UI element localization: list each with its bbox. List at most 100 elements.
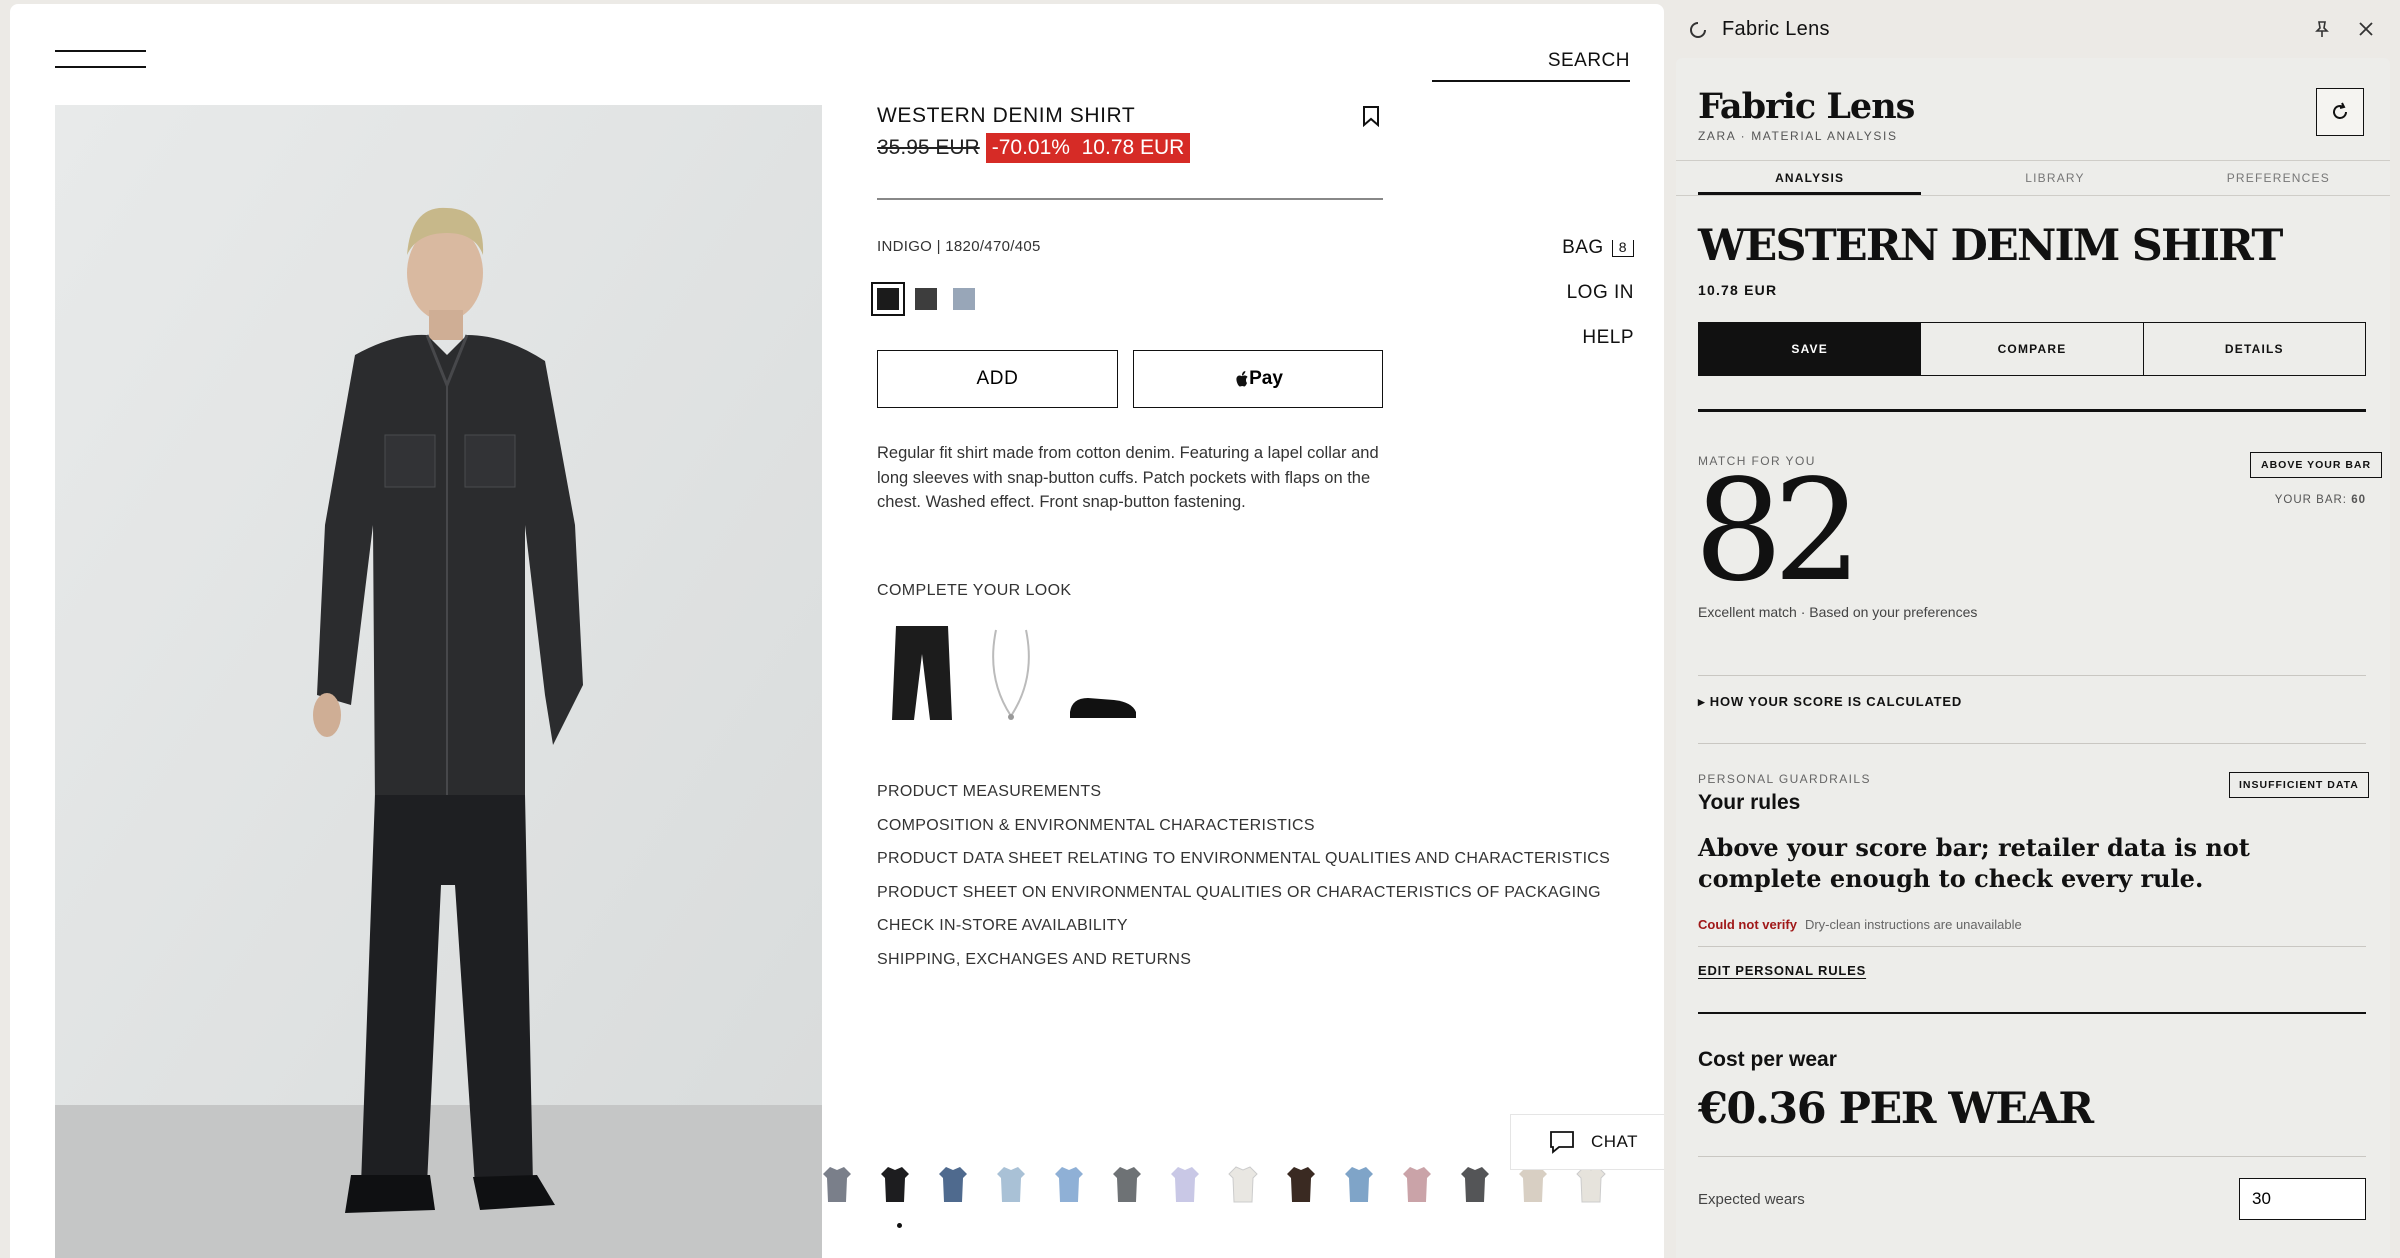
compare-button[interactable]: COMPARE (1920, 323, 2142, 375)
insufficient-data-badge: INSUFFICIENT DATA (2229, 772, 2369, 798)
expected-wears-label: Expected wears (1698, 1191, 1805, 1208)
unverified-item: Dry-clean instructions are unavailable (1804, 917, 2022, 932)
look-item-necklace[interactable] (986, 628, 1036, 722)
guardrails-label: PERSONAL GUARDRAILS (1698, 772, 1871, 786)
action-buttons: SAVE COMPARE DETAILS (1698, 322, 2366, 376)
product-sku: INDIGO | 1820/470/405 (877, 238, 1041, 255)
save-button[interactable]: SAVE (1699, 323, 1921, 375)
refresh-icon (2333, 102, 2347, 119)
cost-per-wear-label: Cost per wear (1698, 1048, 1837, 1071)
above-bar-badge: ABOVE YOUR BAR (2250, 452, 2383, 478)
product-thumbnail[interactable] (880, 1164, 910, 1204)
your-bar: YOUR BAR: 60 (2275, 494, 2366, 506)
tab-preferences[interactable]: PREFERENCES (2167, 161, 2390, 195)
tab-library[interactable]: LIBRARY (1943, 161, 2166, 195)
divider (1698, 946, 2366, 947)
product-thumbnail[interactable] (1228, 1164, 1258, 1204)
bag-label: BAG (1562, 237, 1604, 258)
product-thumbnail[interactable] (822, 1164, 852, 1204)
rules-summary: Above your score bar; retailer data is n… (1698, 833, 2250, 893)
pin-icon[interactable] (2314, 20, 2330, 38)
your-bar-label: YOUR BAR: (2274, 494, 2347, 506)
product-thumbnail[interactable] (1170, 1164, 1200, 1204)
apple-icon (1236, 370, 1248, 386)
product-thumbnail[interactable] (1576, 1164, 1606, 1204)
product-photo[interactable] (55, 105, 822, 1258)
product-thumbnail[interactable] (1054, 1164, 1084, 1204)
product-thumbnail[interactable] (1112, 1164, 1142, 1204)
close-icon[interactable] (2358, 21, 2374, 37)
add-to-bag-button[interactable]: ADD (877, 350, 1118, 408)
score-explainer-label: HOW YOUR SCORE IS CALCULATED (1709, 694, 1963, 709)
divider (1698, 675, 2366, 676)
product-thumbnail[interactable] (1286, 1164, 1316, 1204)
product-info-links: PRODUCT MEASUREMENTS COMPOSITION & ENVIR… (877, 783, 1610, 984)
analysis-price: 10.78 EUR (1698, 282, 1778, 298)
old-price: 35.95 EUR (877, 136, 980, 159)
chat-icon (1550, 1131, 1574, 1154)
apple-pay-label: Pay (1249, 368, 1283, 389)
triangle-right-icon: ▸ (1698, 694, 1706, 709)
unverified-rule: Could not verify Dry-clean instructions a… (1698, 917, 2022, 932)
product-description: Regular fit shirt made from cotton denim… (877, 444, 1379, 511)
chat-label: CHAT (1591, 1132, 1639, 1151)
active-thumb-indicator (897, 1223, 902, 1228)
product-thumbnail[interactable] (1344, 1164, 1374, 1204)
product-thumbnails (822, 1164, 1606, 1204)
chat-button[interactable]: CHAT (1510, 1114, 1664, 1170)
panel-window-title: Fabric Lens (1722, 18, 1830, 40)
color-swatches (871, 282, 975, 316)
panel-card: Fabric Lens ZARA · MATERIAL ANALYSIS ANA… (1676, 58, 2390, 1258)
product-thumbnail[interactable] (938, 1164, 968, 1204)
look-item-trousers[interactable] (890, 624, 954, 722)
swatch-charcoal[interactable] (915, 288, 937, 310)
swatch-light-blue[interactable] (953, 288, 975, 310)
complete-look-title: COMPLETE YOUR LOOK (877, 582, 1072, 599)
apple-pay-button[interactable]: Pay (1133, 350, 1383, 408)
expected-wears-input[interactable] (2239, 1178, 2366, 1220)
analysis-product-name: WESTERN DENIM SHIRT (1698, 221, 2283, 271)
divider (877, 198, 1383, 200)
swatch-black[interactable] (871, 282, 905, 316)
link-env-data-sheet[interactable]: PRODUCT DATA SHEET RELATING TO ENVIRONME… (877, 850, 1610, 884)
section-divider (1698, 1012, 2366, 1014)
link-composition[interactable]: COMPOSITION & ENVIRONMENTAL CHARACTERIST… (877, 817, 1610, 851)
discount: -70.01% (991, 136, 1070, 159)
product-thumbnail[interactable] (1518, 1164, 1548, 1204)
link-packaging-sheet[interactable]: PRODUCT SHEET ON ENVIRONMENTAL QUALITIES… (877, 884, 1610, 918)
panel-header: Fabric Lens (1664, 0, 2400, 56)
refresh-button[interactable] (2316, 88, 2364, 136)
match-score: 82 (1694, 450, 1862, 613)
divider (1698, 1156, 2366, 1157)
shop-page: SEARCH WESTERN DENIM SHIRT 35.95 EUR -70… (10, 4, 1664, 1258)
details-button[interactable]: DETAILS (2142, 323, 2365, 375)
complete-look-items (890, 624, 1138, 722)
product-thumbnail[interactable] (1460, 1164, 1490, 1204)
brand-title: Fabric Lens (1698, 86, 1915, 127)
product-thumbnail[interactable] (1402, 1164, 1432, 1204)
link-shipping-returns[interactable]: SHIPPING, EXCHANGES AND RETURNS (877, 951, 1610, 985)
edit-rules-link[interactable]: EDIT PERSONAL RULES (1698, 963, 1866, 978)
bag-link[interactable]: BAG 8 (1562, 237, 1634, 259)
score-explainer-toggle[interactable]: ▸ HOW YOUR SCORE IS CALCULATED (1698, 694, 1962, 710)
divider (1698, 743, 2366, 744)
panel-tabs: ANALYSIS LIBRARY PREFERENCES (1676, 160, 2390, 196)
bookmark-icon[interactable] (1362, 105, 1380, 132)
header-nav: BAG 8 LOG IN HELP (1562, 237, 1634, 372)
product-thumbnail[interactable] (996, 1164, 1026, 1204)
tab-analysis[interactable]: ANALYSIS (1698, 161, 1922, 195)
link-store-availability[interactable]: CHECK IN-STORE AVAILABILITY (877, 917, 1610, 951)
login-link[interactable]: LOG IN (1562, 282, 1634, 327)
section-divider (1698, 409, 2366, 412)
search-input[interactable]: SEARCH (1432, 44, 1630, 82)
new-price: 10.78 EUR (1081, 136, 1185, 159)
look-item-loafer[interactable] (1068, 692, 1138, 722)
menu-icon[interactable] (55, 42, 146, 77)
link-product-measurements[interactable]: PRODUCT MEASUREMENTS (877, 783, 1610, 817)
extension-panel: Fabric Lens Fabric Lens ZARA · MATERIAL … (1664, 0, 2400, 1258)
bag-count: 8 (1611, 239, 1634, 257)
fabric-lens-logo-icon (1690, 21, 1707, 38)
help-link[interactable]: HELP (1562, 327, 1634, 372)
brand-subtitle: ZARA · MATERIAL ANALYSIS (1698, 129, 1898, 143)
could-not-verify-label: Could not verify (1698, 917, 1797, 932)
